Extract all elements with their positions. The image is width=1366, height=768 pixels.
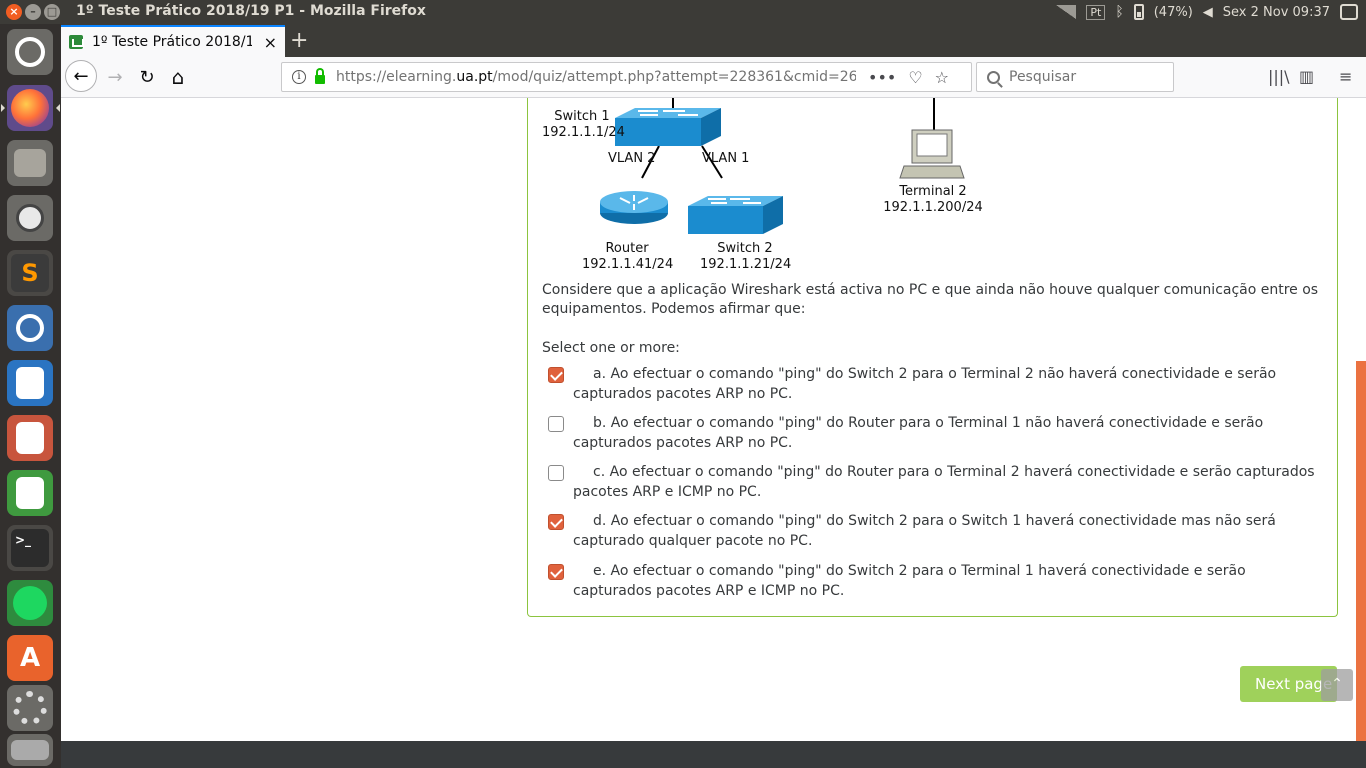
vlan-2-label: VLAN 2 bbox=[608, 151, 656, 166]
battery-icon[interactable] bbox=[1133, 4, 1144, 20]
network-signal-icon[interactable] bbox=[1056, 5, 1077, 19]
battery-percentage: (47%) bbox=[1153, 4, 1193, 20]
system-menu-icon[interactable] bbox=[1340, 4, 1358, 20]
option-c[interactable]: c. Ao efectuar o comando "ping" do Route… bbox=[548, 462, 1328, 502]
option-b[interactable]: b. Ao efectuar o comando "ping" do Route… bbox=[548, 413, 1328, 453]
image-viewer-icon[interactable] bbox=[7, 195, 53, 241]
option-e-checkbox[interactable] bbox=[548, 564, 564, 580]
vlan-1-label: VLAN 1 bbox=[702, 151, 750, 166]
reload-button[interactable]: ↻ bbox=[133, 63, 161, 91]
question-text: Considere que a aplicação Wireshark está… bbox=[542, 282, 1319, 317]
firefox-running-pip bbox=[1, 104, 5, 112]
site-info-icon[interactable]: i bbox=[292, 70, 306, 84]
back-to-top-button[interactable]: ⌃ bbox=[1321, 669, 1353, 701]
switch-1-icon bbox=[615, 108, 721, 146]
minimize-window-button[interactable]: – bbox=[25, 4, 41, 20]
close-window-button[interactable]: × bbox=[6, 4, 22, 20]
option-c-checkbox[interactable] bbox=[548, 465, 564, 481]
libreoffice-calc-icon[interactable] bbox=[7, 470, 53, 516]
switch-2-label: Switch 2 192.1.1.21/24 bbox=[700, 241, 792, 272]
forward-button[interactable]: → bbox=[101, 63, 129, 91]
window-controls: × – □ bbox=[6, 4, 60, 20]
option-e[interactable]: e. Ao efectuar o comando "ping" do Switc… bbox=[548, 561, 1328, 601]
lock-icon bbox=[315, 68, 325, 84]
system-settings-icon[interactable] bbox=[7, 685, 53, 731]
question-box: Switch 1 192.1.1.1/24 VLAN 2 VLAN 1 Route… bbox=[527, 98, 1338, 617]
switch-1-label: Switch 1 192.1.1.1/24 bbox=[542, 109, 625, 140]
tab-bar: 1º Teste Prático 2018/19 × + bbox=[61, 24, 1366, 57]
libreoffice-impress-icon[interactable] bbox=[7, 415, 53, 461]
switch-2-icon bbox=[688, 196, 783, 234]
bookmark-star-icon[interactable]: ☆ bbox=[935, 68, 949, 87]
page-actions-button[interactable]: ••• bbox=[868, 68, 896, 87]
ubuntu-dash-icon[interactable] bbox=[7, 29, 53, 75]
firefox-icon[interactable] bbox=[7, 85, 53, 131]
firefox-active-pip bbox=[56, 104, 60, 112]
clock[interactable]: Sex 2 Nov 09:37 bbox=[1223, 5, 1330, 20]
url-text[interactable]: https://elearning.ua.pt/mod/quiz/attempt… bbox=[336, 69, 856, 85]
software-center-icon[interactable]: A bbox=[7, 635, 53, 681]
pocket-icon[interactable]: ♡ bbox=[908, 68, 922, 87]
option-a[interactable]: a. Ao efectuar o comando "ping" do Switc… bbox=[548, 364, 1328, 404]
page-scrollbar[interactable] bbox=[1356, 98, 1366, 741]
option-d-checkbox[interactable] bbox=[548, 514, 564, 530]
back-button[interactable]: ← bbox=[65, 60, 97, 92]
router-label: Router 192.1.1.41/24 bbox=[582, 241, 674, 272]
launcher: S >_ A bbox=[0, 24, 61, 768]
option-b-checkbox[interactable] bbox=[548, 416, 564, 432]
hamburger-menu-icon[interactable]: ≡ bbox=[1339, 67, 1352, 86]
spotify-icon[interactable] bbox=[7, 580, 53, 626]
keyboard-layout-indicator[interactable]: Pt bbox=[1086, 4, 1106, 20]
router-icon bbox=[600, 191, 668, 224]
search-placeholder: Pesquisar bbox=[1009, 69, 1077, 85]
page-footer-strip bbox=[61, 741, 1366, 768]
option-d[interactable]: d. Ao efectuar o comando "ping" do Switc… bbox=[548, 511, 1328, 551]
tab-close-button[interactable]: × bbox=[264, 33, 277, 52]
url-bar[interactable]: i https://elearning.ua.pt/mod/quiz/attem… bbox=[281, 62, 972, 92]
firefox-window: 1º Teste Prático 2018/19 × + ← → ↻ ⌂ i h… bbox=[61, 24, 1366, 768]
library-icon[interactable]: |||\ bbox=[1268, 67, 1290, 86]
top-panel: × – □ 1º Teste Prático 2018/19 P1 - Mozi… bbox=[0, 0, 1366, 24]
home-button[interactable]: ⌂ bbox=[164, 63, 192, 91]
bluetooth-icon[interactable]: ᛒ bbox=[1115, 4, 1123, 20]
terminal-2-label: Terminal 2 192.1.1.200/24 bbox=[883, 184, 983, 215]
sidebar-icon[interactable]: ▥ bbox=[1299, 67, 1314, 86]
search-bar[interactable]: Pesquisar bbox=[976, 62, 1174, 92]
new-tab-button[interactable]: + bbox=[290, 28, 308, 53]
maximize-window-button[interactable]: □ bbox=[44, 4, 60, 20]
tab-title: 1º Teste Prático 2018/19 bbox=[92, 34, 252, 50]
terminal-icon[interactable]: >_ bbox=[7, 525, 53, 571]
page-content: Switch 1 192.1.1.1/24 VLAN 2 VLAN 1 Route… bbox=[61, 98, 1356, 741]
search-icon bbox=[987, 70, 1000, 84]
tab-quiz[interactable]: 1º Teste Prático 2018/19 × bbox=[61, 25, 285, 57]
speaker-icon[interactable]: ◀ bbox=[1203, 5, 1213, 20]
window-title: 1º Teste Prático 2018/19 P1 - Mozilla Fi… bbox=[76, 3, 426, 19]
system-indicators: Pt ᛒ (47%) ◀ Sex 2 Nov 09:37 bbox=[1056, 0, 1366, 24]
usb-drive-icon[interactable] bbox=[7, 734, 53, 766]
terminal-2-icon bbox=[899, 129, 965, 179]
navigation-toolbar: ← → ↻ ⌂ i https://elearning.ua.pt/mod/qu… bbox=[61, 57, 1366, 98]
moodle-favicon-icon bbox=[69, 35, 84, 49]
sublime-text-icon[interactable]: S bbox=[7, 250, 53, 296]
ubuntu-store-icon[interactable] bbox=[7, 305, 53, 351]
select-prompt: Select one or more: bbox=[542, 340, 680, 356]
libreoffice-writer-icon[interactable] bbox=[7, 360, 53, 406]
files-icon[interactable] bbox=[7, 140, 53, 186]
scrollbar-thumb[interactable] bbox=[1356, 361, 1366, 741]
option-a-checkbox[interactable] bbox=[548, 367, 564, 383]
